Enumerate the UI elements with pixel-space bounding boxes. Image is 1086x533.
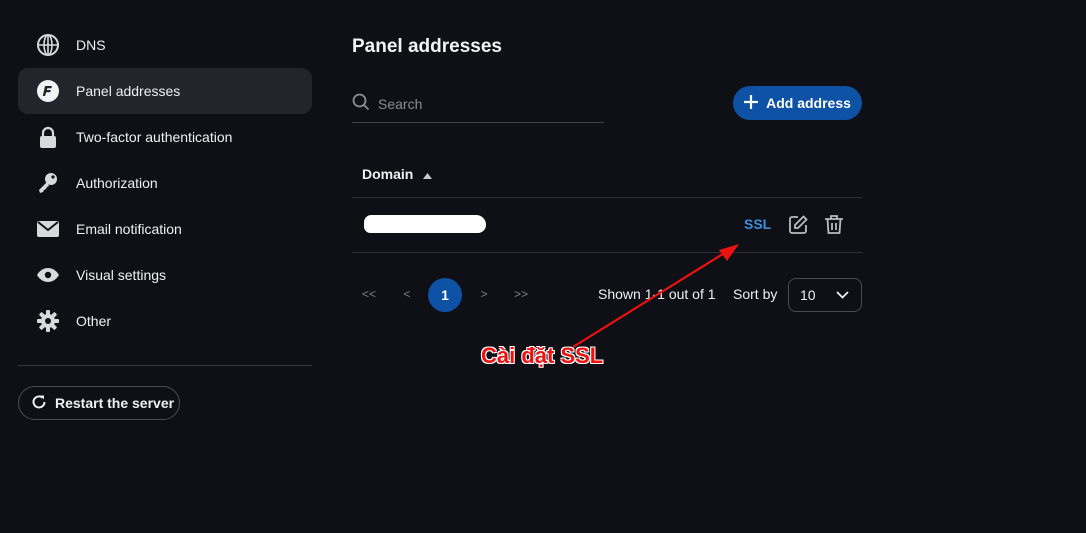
sidebar-item-dns[interactable]: DNS [18,22,312,68]
current-page-button[interactable]: 1 [428,278,462,312]
domain-column-label: Domain [362,165,414,182]
domain-column-header[interactable]: Domain [362,165,433,182]
sidebar-item-label: Panel addresses [76,83,181,99]
search-box [352,86,604,123]
restart-server-button[interactable]: Restart the server [18,386,180,420]
sidebar-item-label: Two-factor authentication [76,129,233,145]
gear-icon [36,309,60,333]
search-input[interactable] [378,96,578,112]
search-icon [352,93,370,116]
chevron-down-icon [836,288,849,304]
restart-icon [31,394,47,413]
domain-cell-redacted [364,215,486,233]
next-page-button[interactable]: > [478,276,490,312]
sidebar-item-panel-addresses[interactable]: Panel addresses [18,68,312,114]
annotation-label: Cài đặt SSL [481,343,604,368]
sidebar-divider [18,365,312,366]
envelope-icon [36,217,60,241]
panel-logo-icon [36,79,60,103]
restart-label: Restart the server [55,395,175,411]
lock-icon [36,125,60,149]
sidebar-item-label: Email notification [76,221,182,237]
sort-by-label: Sort by [733,286,778,302]
table-header: Domain [352,150,862,198]
sidebar-item-two-factor[interactable]: Two-factor authentication [18,114,312,160]
prev-page-button[interactable]: < [401,276,413,312]
edit-icon[interactable] [788,214,808,234]
sidebar-item-label: Other [76,313,112,329]
page-title: Panel addresses [352,36,502,57]
results-count: Shown 1-1 out of 1 [598,286,716,302]
page-size-select[interactable]: 10 [788,278,862,312]
add-address-label: Add address [766,95,851,111]
table-row: SSL [352,198,862,253]
sidebar-item-label: DNS [76,37,106,53]
trash-icon[interactable] [824,214,844,234]
page-size-value: 10 [800,287,816,303]
key-icon [36,171,60,195]
ssl-button[interactable]: SSL [744,216,771,232]
last-page-button[interactable]: >> [512,276,530,312]
settings-sidebar: DNS Panel addresses Two-factor authentic… [18,22,312,344]
first-page-button[interactable]: << [360,276,378,312]
sidebar-item-label: Authorization [76,175,158,191]
sidebar-item-email-notification[interactable]: Email notification [18,206,312,252]
sort-ascending-icon [423,166,433,182]
plus-icon [744,94,759,112]
pagination: << < 1 > >> Shown 1-1 out of 1 Sort by 1… [352,276,862,312]
sidebar-item-other[interactable]: Other [18,298,312,344]
sidebar-item-visual-settings[interactable]: Visual settings [18,252,312,298]
eye-icon [36,263,60,287]
globe-icon [36,33,60,57]
sidebar-item-label: Visual settings [76,267,167,283]
add-address-button[interactable]: Add address [733,86,862,120]
sidebar-item-authorization[interactable]: Authorization [18,160,312,206]
